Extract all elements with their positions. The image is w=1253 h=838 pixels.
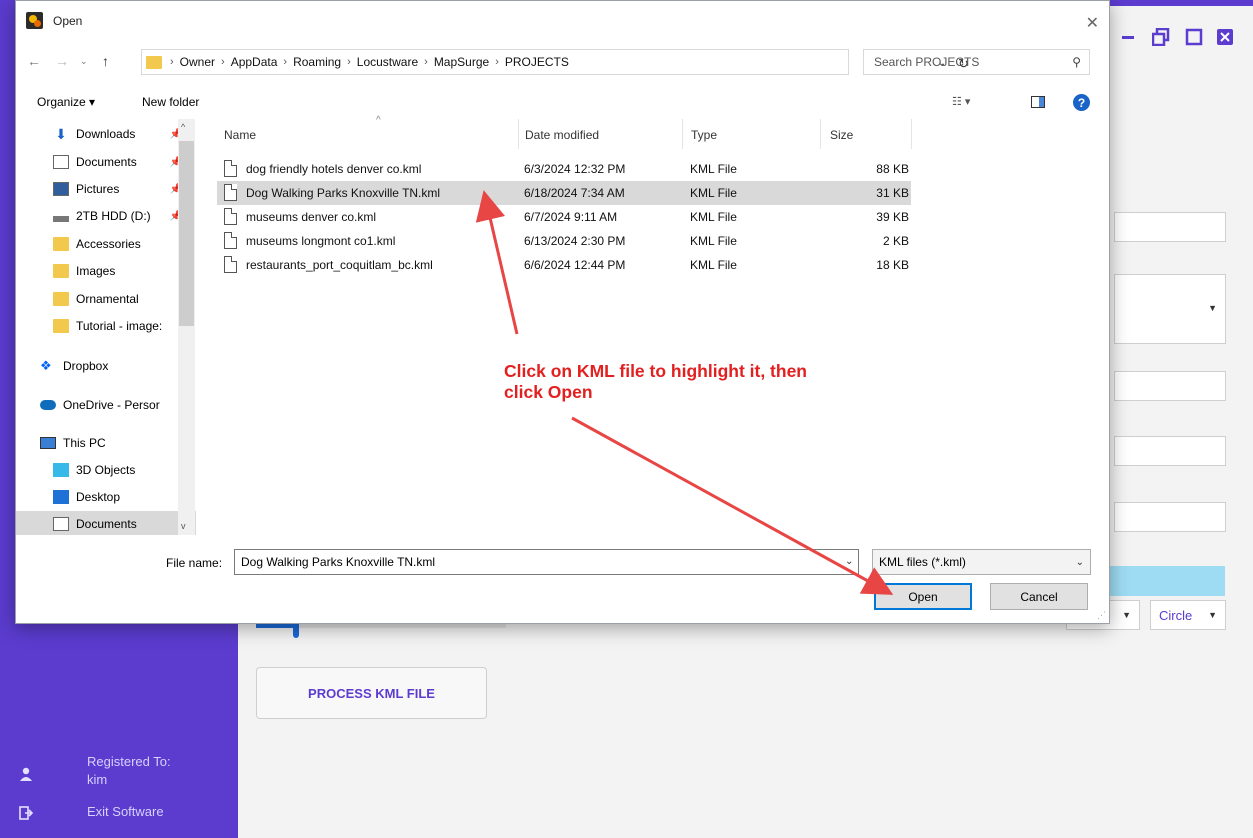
arrow-to-open-button: [571, 416, 894, 595]
annotation-arrows: [475, 190, 894, 595]
arrow-to-selected-file: [475, 190, 519, 335]
